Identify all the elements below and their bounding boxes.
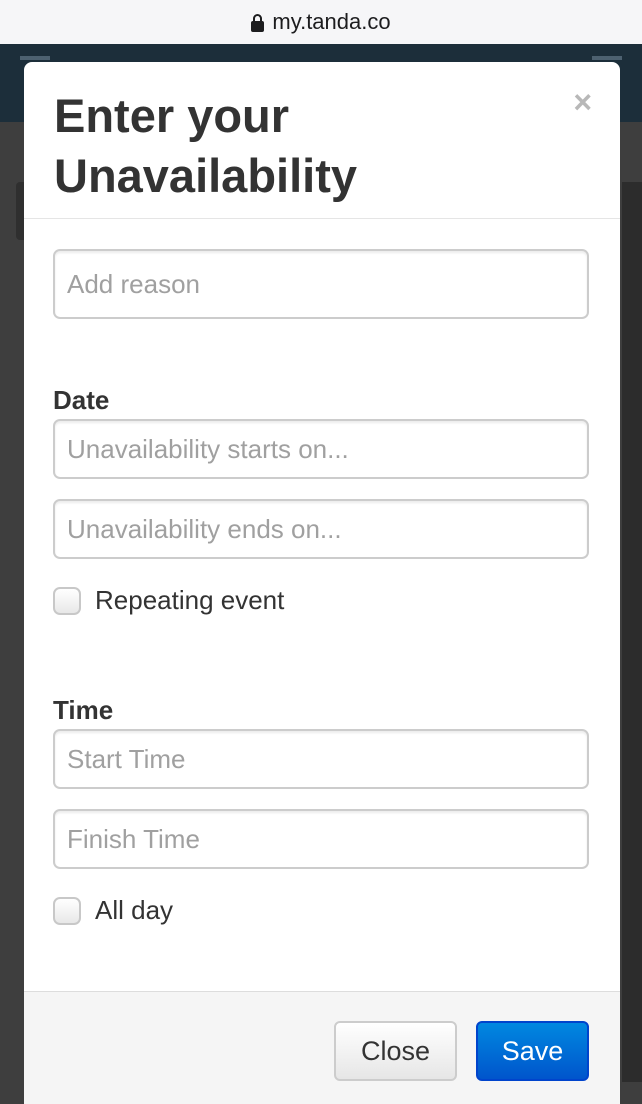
time-section-label: Time <box>53 695 114 725</box>
date-section-label: Date <box>53 385 110 415</box>
close-button[interactable]: Close <box>334 1021 457 1081</box>
reason-input[interactable] <box>55 268 587 300</box>
close-icon[interactable]: × <box>573 86 592 118</box>
all-day-checkbox[interactable] <box>53 896 81 925</box>
all-day-option[interactable]: All day <box>53 895 173 926</box>
browser-address-bar[interactable]: my.tanda.co <box>0 0 642 44</box>
start-date-input[interactable] <box>55 433 587 465</box>
start-time-input[interactable] <box>55 743 587 775</box>
modal-footer: Close Save <box>24 991 620 1104</box>
finish-time-field[interactable] <box>53 809 589 869</box>
address-display: my.tanda.co <box>251 9 391 35</box>
lock-icon <box>251 14 265 32</box>
modal-header: Enter your Unavailability × <box>24 62 620 219</box>
all-day-label: All day <box>95 895 174 925</box>
end-date-field[interactable] <box>53 499 589 559</box>
start-date-field[interactable] <box>53 419 589 479</box>
finish-time-input[interactable] <box>55 823 587 855</box>
reason-field[interactable] <box>53 249 589 319</box>
save-button[interactable]: Save <box>476 1021 589 1081</box>
repeating-event-checkbox[interactable] <box>53 586 81 615</box>
url-text: my.tanda.co <box>272 9 391 34</box>
repeating-event-option[interactable]: Repeating event <box>53 585 284 616</box>
end-date-input[interactable] <box>55 513 587 545</box>
repeating-event-label: Repeating event <box>95 585 285 615</box>
start-time-field[interactable] <box>53 729 589 789</box>
unavailability-modal: Enter your Unavailability × Date Repeati… <box>24 62 620 1104</box>
modal-title: Enter your Unavailability <box>54 89 357 202</box>
